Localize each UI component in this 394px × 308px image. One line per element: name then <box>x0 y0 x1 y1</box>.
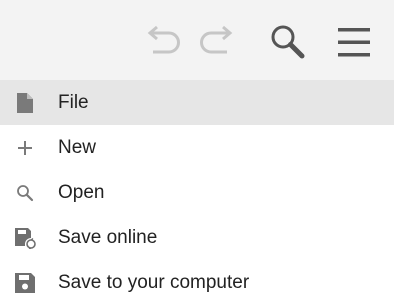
document-icon <box>14 92 36 114</box>
magnifier-icon <box>271 25 305 59</box>
save-online-icon <box>14 227 36 249</box>
menu-item-save-online-label: Save online <box>58 226 158 248</box>
redo-arrow-icon <box>200 25 233 54</box>
menu-button[interactable] <box>332 20 376 64</box>
menu-item-save-online[interactable]: Save online <box>0 215 394 260</box>
menu-item-save-to-computer-label: Save to your computer <box>58 271 250 293</box>
file-menu-header[interactable]: File <box>0 80 394 125</box>
hamburger-icon <box>338 28 370 57</box>
undo-button[interactable] <box>141 20 185 64</box>
menu-item-save-to-computer[interactable]: Save to your computer <box>0 260 394 305</box>
plus-icon <box>14 137 36 159</box>
toolbar <box>0 0 394 80</box>
file-menu-header-label: File <box>58 91 89 113</box>
menu-item-open[interactable]: Open <box>0 170 394 215</box>
menu-item-new-label: New <box>58 136 97 158</box>
undo-arrow-icon <box>147 25 180 54</box>
magnifier-icon <box>14 182 36 204</box>
menu-item-new[interactable]: New <box>0 125 394 170</box>
menu-item-open-label: Open <box>58 181 105 203</box>
floppy-disk-icon <box>14 272 36 294</box>
redo-button[interactable] <box>195 20 239 64</box>
file-menu: File New Open Save online Save to your c… <box>0 80 394 305</box>
search-button[interactable] <box>266 20 310 64</box>
